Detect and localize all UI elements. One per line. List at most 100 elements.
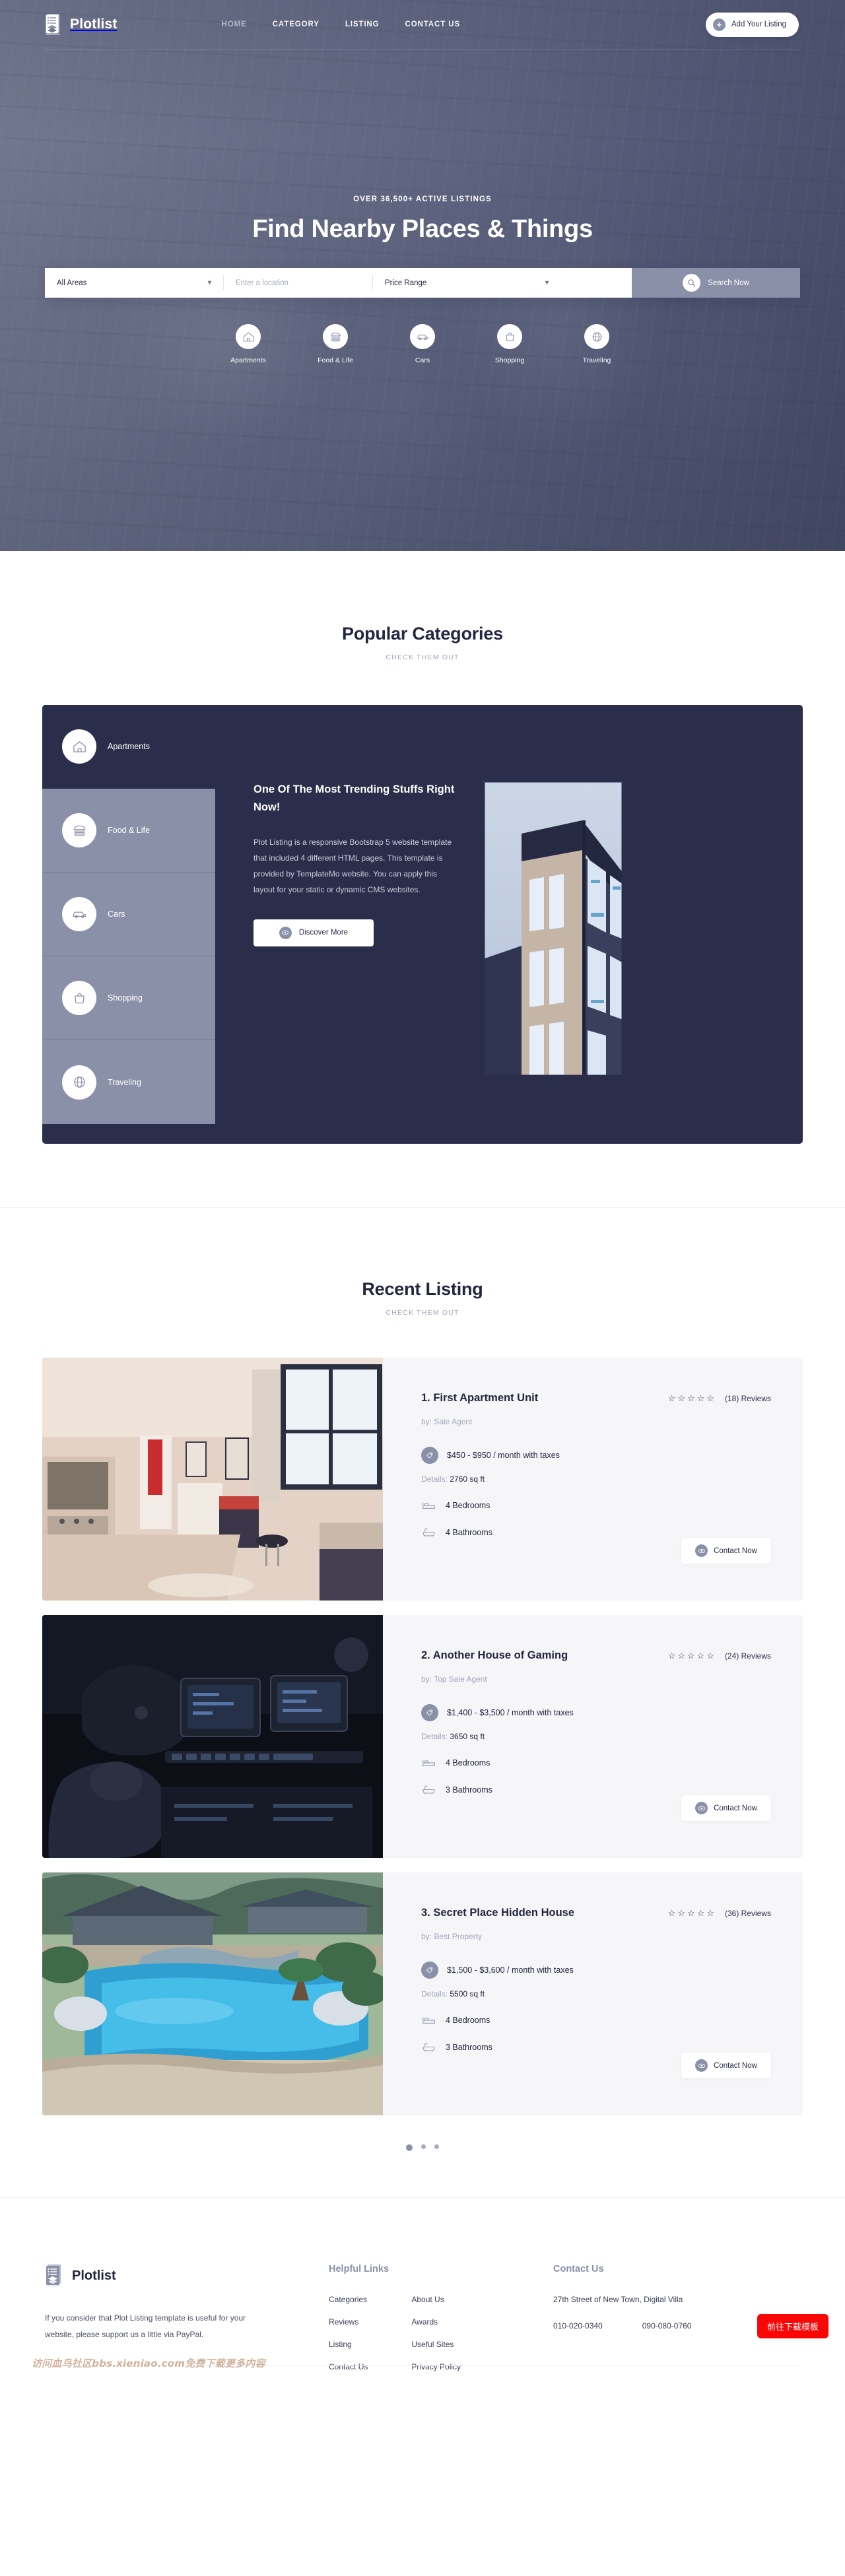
listing-card[interactable]: 3. Secret Place Hidden House ☆ ☆ ☆ ☆ ☆ (… xyxy=(42,1872,803,2115)
footer-phone-one[interactable]: 010-020-0340 xyxy=(553,2321,603,2330)
listing-bathrooms: 3 Bathrooms xyxy=(446,1785,492,1795)
category-tab-label: Apartments xyxy=(108,742,150,751)
footer-contact-heading: Contact Us xyxy=(553,2264,604,2274)
category-tab-traveling[interactable]: Traveling xyxy=(42,1040,215,1124)
footer-link-reviews[interactable]: Reviews xyxy=(329,2317,368,2327)
footer-address: 27th Street of New Town, Digital Villa xyxy=(553,2295,683,2304)
contact-now-button[interactable]: Contact Now xyxy=(681,1538,771,1564)
star-icon: ☆ xyxy=(687,1393,695,1403)
quick-category-shopping[interactable]: Shopping xyxy=(489,324,531,364)
quick-category-food-life[interactable]: Food & Life xyxy=(314,324,356,364)
listing-bedrooms-row: 4 Bedrooms xyxy=(421,1758,771,1767)
footer-link-privacy-policy[interactable]: Privacy Policy xyxy=(411,2362,461,2371)
bed-icon xyxy=(421,1501,436,1510)
pagination-dot-2[interactable] xyxy=(421,2144,426,2149)
pagination-dot-3[interactable] xyxy=(434,2144,439,2149)
footer-link-contact-us[interactable]: Contact Us xyxy=(329,2362,368,2371)
discover-more-button[interactable]: Discover More xyxy=(254,919,374,946)
eye-icon xyxy=(279,926,292,939)
star-icon: ☆ xyxy=(677,1908,685,1918)
footer-links-column-two: About Us Awards Useful Sites Privacy Pol… xyxy=(411,2295,461,2385)
quick-category-label: Traveling xyxy=(582,356,611,364)
reviews-count: (18) Reviews xyxy=(724,1393,771,1403)
contact-now-label: Contact Now xyxy=(714,1804,757,1812)
page-title: Recent Listing xyxy=(362,1279,483,1299)
eye-icon xyxy=(695,2059,708,2072)
star-icon: ☆ xyxy=(667,1393,676,1403)
footer-link-useful-sites[interactable]: Useful Sites xyxy=(411,2340,461,2349)
listing-bedrooms: 4 Bedrooms xyxy=(446,1501,490,1510)
hero-section: Plotlist HOME CATEGORY LISTING CONTACT U… xyxy=(0,0,845,551)
pagination-dot-1[interactable] xyxy=(406,2144,413,2151)
nav-item-category[interactable]: CATEGORY xyxy=(273,20,320,28)
rating-stars[interactable]: ☆ ☆ ☆ ☆ ☆ (36) Reviews xyxy=(668,1909,771,1918)
search-area-select[interactable]: All Areas ▾ xyxy=(45,268,223,298)
category-tab-shopping[interactable]: Shopping xyxy=(42,956,215,1040)
footer-link-categories[interactable]: Categories xyxy=(329,2295,368,2304)
listing-title-row: 2. Another House of Gaming ☆ ☆ ☆ ☆ ☆ (24… xyxy=(421,1649,771,1662)
footer-link-about-us[interactable]: About Us xyxy=(411,2295,461,2304)
chevron-down-icon: ▾ xyxy=(545,279,549,286)
listing-image xyxy=(42,1872,383,2115)
rating-stars[interactable]: ☆ ☆ ☆ ☆ ☆ (24) Reviews xyxy=(668,1651,771,1661)
footer-phone-two[interactable]: 090-080-0760 xyxy=(642,2321,692,2330)
listing-bathrooms-row: 3 Bathrooms xyxy=(421,2042,771,2052)
search-price-select[interactable]: Price Range ▾ xyxy=(373,268,560,298)
nav-item-home[interactable]: HOME xyxy=(222,20,247,28)
category-tab-label: Shopping xyxy=(108,993,143,1003)
footer-helpful-links-column: Helpful Links Categories Reviews Listing… xyxy=(329,2264,553,2385)
listing-card[interactable]: 1. First Apartment Unit ☆ ☆ ☆ ☆ ☆ (18) R… xyxy=(42,1358,803,1601)
bed-icon xyxy=(421,2016,436,2025)
listing-area-row: Details: 2760 sq ft xyxy=(421,1474,771,1484)
hero-eyebrow: OVER 36,500+ ACTIVE LISTINGS xyxy=(353,195,492,203)
quick-category-apartments[interactable]: Apartments xyxy=(227,324,269,364)
watermark-text: 访问血鸟社区bbs.xieniao.com免费下载更多内容 xyxy=(32,2358,265,2369)
brand-logo-link[interactable]: Plotlist xyxy=(45,13,118,36)
star-icon: ☆ xyxy=(706,1393,714,1403)
brand-name: Plotlist xyxy=(70,17,118,32)
listing-price: $450 - $950 / month with taxes xyxy=(447,1451,560,1460)
listing-area: 2760 sq ft xyxy=(450,1474,485,1484)
footer-link-listing[interactable]: Listing xyxy=(329,2340,368,2349)
nav-item-contact-us[interactable]: CONTACT US xyxy=(405,20,460,28)
quick-category-traveling[interactable]: Traveling xyxy=(576,324,618,364)
price-tag-icon xyxy=(421,1962,438,1979)
house-icon xyxy=(236,324,261,349)
nav-item-listing[interactable]: LISTING xyxy=(345,20,380,28)
star-icon: ☆ xyxy=(696,1908,705,1918)
handbag-icon xyxy=(62,981,96,1015)
star-icon: ☆ xyxy=(677,1651,685,1661)
plus-icon: + xyxy=(712,18,726,31)
category-tab-food-life[interactable]: Food & Life xyxy=(42,789,215,873)
magnifier-icon xyxy=(683,274,701,292)
quick-category-cars[interactable]: Cars xyxy=(401,324,444,364)
rating-stars[interactable]: ☆ ☆ ☆ ☆ ☆ (18) Reviews xyxy=(668,1394,771,1403)
listing-bathrooms-row: 3 Bathrooms xyxy=(421,1785,771,1795)
category-panel-heading: One Of The Most Trending Stuffs Right No… xyxy=(254,783,455,814)
main-navbar: Plotlist HOME CATEGORY LISTING CONTACT U… xyxy=(0,0,845,49)
bathtub-icon xyxy=(421,1527,436,1537)
listing-price-row: $450 - $950 / month with taxes xyxy=(421,1447,771,1464)
listing-title: 2. Another House of Gaming xyxy=(421,1649,568,1661)
handbag-icon xyxy=(497,324,522,349)
categories-panel: Apartments Food & Life Cars Shopping Tra… xyxy=(42,705,803,1144)
category-tab-apartments[interactable]: Apartments xyxy=(42,705,215,789)
search-now-button[interactable]: Search Now xyxy=(632,268,800,298)
star-icon: ☆ xyxy=(706,1651,714,1661)
listing-card[interactable]: 2. Another House of Gaming ☆ ☆ ☆ ☆ ☆ (24… xyxy=(42,1615,803,1858)
footer-brand[interactable]: Plotlist xyxy=(45,2264,329,2288)
footer-link-awards[interactable]: Awards xyxy=(411,2317,461,2327)
details-label: Details: xyxy=(421,1732,448,1741)
listing-details: 1. First Apartment Unit ☆ ☆ ☆ ☆ ☆ (18) R… xyxy=(383,1358,803,1601)
listing-title: 3. Secret Place Hidden House xyxy=(421,1907,575,1919)
bathtub-icon xyxy=(421,1785,436,1795)
listing-area-row: Details: 3650 sq ft xyxy=(421,1732,771,1741)
add-your-listing-button[interactable]: + Add Your Listing xyxy=(705,12,799,37)
eye-icon xyxy=(695,1802,708,1814)
download-template-button[interactable]: 前往下载模板 xyxy=(757,2314,828,2338)
search-location-input[interactable]: Enter a location xyxy=(224,268,372,298)
category-tab-cars[interactable]: Cars xyxy=(42,873,215,956)
contact-now-button[interactable]: Contact Now xyxy=(681,1795,771,1821)
listing-details: 2. Another House of Gaming ☆ ☆ ☆ ☆ ☆ (24… xyxy=(383,1615,803,1858)
contact-now-button[interactable]: Contact Now xyxy=(681,2053,771,2078)
